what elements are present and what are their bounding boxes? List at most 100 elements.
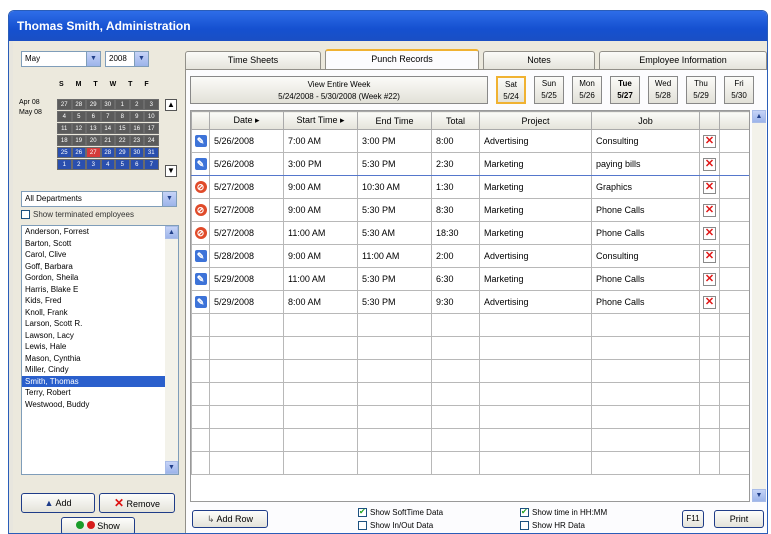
employee-list-item[interactable]: Smith, Thomas <box>22 375 178 387</box>
date-cell[interactable]: 5/27/2008 <box>209 175 284 199</box>
calendar-day[interactable]: 14 <box>100 123 115 134</box>
calendar-day[interactable]: 5 <box>115 159 130 170</box>
date-cell[interactable] <box>209 405 284 429</box>
date-cell[interactable]: 5/26/2008 <box>209 152 284 176</box>
scroll-up-icon[interactable]: ▲ <box>752 110 766 123</box>
calendar-day[interactable]: 30 <box>100 99 115 110</box>
delete-row-icon[interactable]: ✕ <box>703 272 716 286</box>
job-cell[interactable]: Phone Calls <box>591 221 700 245</box>
employee-list-item[interactable]: Carol, Clive <box>22 249 178 261</box>
delete-row-icon[interactable]: ✕ <box>703 203 716 217</box>
calendar-day[interactable]: 27 <box>57 99 72 110</box>
project-cell[interactable] <box>479 313 592 337</box>
end-cell[interactable]: 5:30 PM <box>357 198 432 222</box>
employee-list-item[interactable]: Gordon, Sheila <box>22 272 178 284</box>
end-cell[interactable]: 5:30 AM <box>357 221 432 245</box>
start-cell[interactable] <box>283 382 358 406</box>
total-column-header[interactable]: Total <box>431 111 480 130</box>
job-cell[interactable] <box>591 405 700 429</box>
edit-status-icon[interactable]: ✎ <box>194 296 207 308</box>
calendar-day[interactable]: 8 <box>115 111 130 122</box>
total-cell[interactable]: 18:30 <box>431 221 480 245</box>
calendar-day[interactable]: 1 <box>57 159 72 170</box>
project-cell[interactable]: Marketing <box>479 198 592 222</box>
start-cell[interactable] <box>283 405 358 429</box>
table-row[interactable] <box>191 428 749 452</box>
job-cell[interactable] <box>591 382 700 406</box>
calendar-day[interactable]: 6 <box>129 159 144 170</box>
employee-list-item[interactable]: Goff, Barbara <box>22 261 178 273</box>
project-cell[interactable]: Marketing <box>479 267 592 291</box>
project-cell[interactable]: Marketing <box>479 221 592 245</box>
start-cell[interactable] <box>283 428 358 452</box>
end-cell[interactable]: 5:30 PM <box>357 267 432 291</box>
month-select[interactable]: May ▼ <box>21 51 101 67</box>
table-row[interactable] <box>191 382 749 406</box>
calendar-day[interactable]: 19 <box>71 135 86 146</box>
table-row[interactable] <box>191 336 749 360</box>
start-cell[interactable]: 9:00 AM <box>283 198 358 222</box>
employee-list-item[interactable]: Westwood, Buddy <box>22 399 178 411</box>
job-cell[interactable]: Phone Calls <box>591 198 700 222</box>
project-cell[interactable]: Marketing <box>479 175 592 199</box>
job-cell[interactable] <box>591 336 700 360</box>
calendar-day[interactable]: 28 <box>100 147 115 158</box>
calendar-day[interactable]: 4 <box>57 111 72 122</box>
end-cell[interactable] <box>357 451 432 475</box>
start-cell[interactable]: 3:00 PM <box>283 152 358 176</box>
calendar-day[interactable]: 17 <box>144 123 159 134</box>
day-button-sat[interactable]: Sat 5/24 <box>496 76 526 104</box>
total-cell[interactable] <box>431 451 480 475</box>
job-cell[interactable] <box>591 451 700 475</box>
calendar-day[interactable]: 6 <box>86 111 101 122</box>
employee-list-item[interactable]: Miller, Cindy <box>22 364 178 376</box>
employee-list-item[interactable]: Barton, Scott <box>22 238 178 250</box>
date-cell[interactable]: 5/28/2008 <box>209 244 284 268</box>
table-row[interactable] <box>191 313 749 337</box>
total-cell[interactable]: 6:30 <box>431 267 480 291</box>
checkbox-box[interactable] <box>520 507 529 517</box>
tab-time-sheets[interactable]: Time Sheets <box>185 51 321 69</box>
end-cell[interactable]: 11:00 AM <box>357 244 432 268</box>
calendar-scroll-down-icon[interactable]: ▼ <box>165 165 177 177</box>
table-row[interactable]: ✎ 5/26/2008 7:00 AM 3:00 PM 8:00 Advertising C… <box>191 129 749 153</box>
calendar-day[interactable]: 9 <box>129 111 144 122</box>
start-cell[interactable]: 9:00 AM <box>283 244 358 268</box>
calendar-day[interactable]: 22 <box>115 135 130 146</box>
job-cell[interactable]: Consulting <box>591 244 700 268</box>
job-cell[interactable]: Phone Calls <box>591 290 700 314</box>
checkbox-box[interactable] <box>358 521 367 530</box>
tab-notes[interactable]: Notes <box>483 51 595 69</box>
table-row[interactable]: ⊘ 5/27/2008 9:00 AM 5:30 PM 8:30 Marketing Pho… <box>191 198 749 222</box>
date-cell[interactable]: 5/27/2008 <box>209 198 284 222</box>
start-cell[interactable] <box>283 451 358 475</box>
employee-list-item[interactable]: Knoll, Frank <box>22 307 178 319</box>
day-button-sun[interactable]: Sun 5/25 <box>534 76 564 104</box>
checkbox-box[interactable] <box>21 210 30 219</box>
end-cell[interactable]: 3:00 PM <box>357 129 432 153</box>
show-hr-checkbox[interactable]: Show HR Data <box>520 521 585 530</box>
f11-button[interactable]: F11 <box>682 510 704 528</box>
start-cell[interactable]: 11:00 AM <box>283 267 358 291</box>
department-select[interactable]: All Departments ▼ <box>21 191 177 207</box>
job-column-header[interactable]: Job <box>591 111 700 130</box>
calendar-day[interactable]: 5 <box>71 111 86 122</box>
chevron-down-icon[interactable]: ▼ <box>162 192 176 206</box>
job-cell[interactable]: Phone Calls <box>591 267 700 291</box>
project-cell[interactable] <box>479 428 592 452</box>
project-cell[interactable] <box>479 359 592 383</box>
start-cell[interactable]: 11:00 AM <box>283 221 358 245</box>
job-cell[interactable] <box>591 428 700 452</box>
scroll-up-icon[interactable]: ▲ <box>165 226 178 239</box>
delete-row-icon[interactable]: ✕ <box>703 157 716 171</box>
total-cell[interactable] <box>431 313 480 337</box>
start-cell[interactable] <box>283 336 358 360</box>
job-cell[interactable] <box>591 313 700 337</box>
employee-list-item[interactable]: Mason, Cynthia <box>22 353 178 365</box>
delete-row-icon[interactable]: ✕ <box>703 134 716 148</box>
total-cell[interactable]: 9:30 <box>431 290 480 314</box>
calendar-day[interactable]: 24 <box>144 135 159 146</box>
unapproved-status-icon[interactable]: ⊘ <box>194 227 207 239</box>
project-cell[interactable] <box>479 405 592 429</box>
project-cell[interactable] <box>479 382 592 406</box>
